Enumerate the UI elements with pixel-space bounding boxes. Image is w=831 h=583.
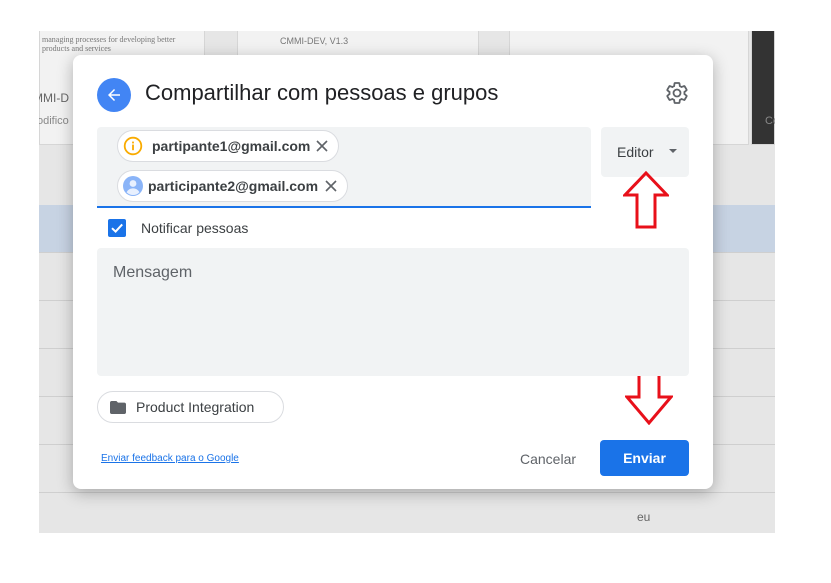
role-dropdown[interactable]: Editor xyxy=(601,127,689,177)
notify-checkbox[interactable] xyxy=(108,219,126,237)
send-button[interactable]: Enviar xyxy=(600,440,689,476)
checkmark-icon xyxy=(111,223,123,234)
info-circle-icon xyxy=(122,135,144,157)
file-card-1-sub: odifico xyxy=(39,115,69,127)
recipient-email: participante2@gmail.com xyxy=(148,178,319,194)
owner-cell: eu xyxy=(637,510,651,524)
notify-label: Notificar pessoas xyxy=(141,220,249,236)
recipient-chip-1[interactable]: partipante1@gmail.com xyxy=(117,130,339,162)
screen: managing processes for developing better… xyxy=(0,0,831,583)
cancel-button[interactable]: Cancelar xyxy=(513,441,583,477)
folder-chip[interactable]: Product Integration xyxy=(97,391,284,423)
recipient-email: partipante1@gmail.com xyxy=(152,138,311,154)
message-box xyxy=(97,248,689,376)
back-button[interactable] xyxy=(97,78,131,112)
row-divider xyxy=(39,492,775,493)
remove-recipient-button[interactable] xyxy=(323,178,339,194)
red-arrow-up-icon xyxy=(623,171,669,229)
close-icon xyxy=(316,140,328,152)
file-card-1-label: MMI-D xyxy=(39,91,69,105)
dialog-title: Compartilhar com pessoas e grupos xyxy=(145,80,499,105)
arrow-left-icon xyxy=(108,89,120,101)
recipient-chip-2[interactable]: participante2@gmail.com xyxy=(117,170,348,202)
message-input[interactable] xyxy=(113,264,673,360)
role-label: Editor xyxy=(617,144,654,160)
share-dialog: Compartilhar com pessoas e grupos partip… xyxy=(73,55,713,489)
file-card-4-sub: Co xyxy=(765,115,775,127)
red-arrow-down-icon xyxy=(625,371,673,425)
file-card-1-thumb-text: managing processes for developing better… xyxy=(42,35,176,53)
folder-chip-label: Product Integration xyxy=(136,399,255,415)
remove-recipient-button[interactable] xyxy=(314,138,330,154)
notify-row: Notificar pessoas xyxy=(108,219,248,237)
recipients-field[interactable]: partipante1@gmail.com participante2@gmai… xyxy=(97,127,591,208)
file-card-4[interactable] xyxy=(751,31,775,145)
caret-down-icon xyxy=(669,149,677,153)
settings-button[interactable] xyxy=(665,81,689,105)
feedback-link[interactable]: Enviar feedback para o Google xyxy=(101,453,239,464)
close-icon xyxy=(325,180,337,192)
gear-icon xyxy=(666,82,688,104)
file-card-2-thumb-text: CMMI-DEV, V1.3 xyxy=(280,36,349,46)
folder-icon xyxy=(110,400,126,414)
person-avatar-icon xyxy=(122,175,144,197)
